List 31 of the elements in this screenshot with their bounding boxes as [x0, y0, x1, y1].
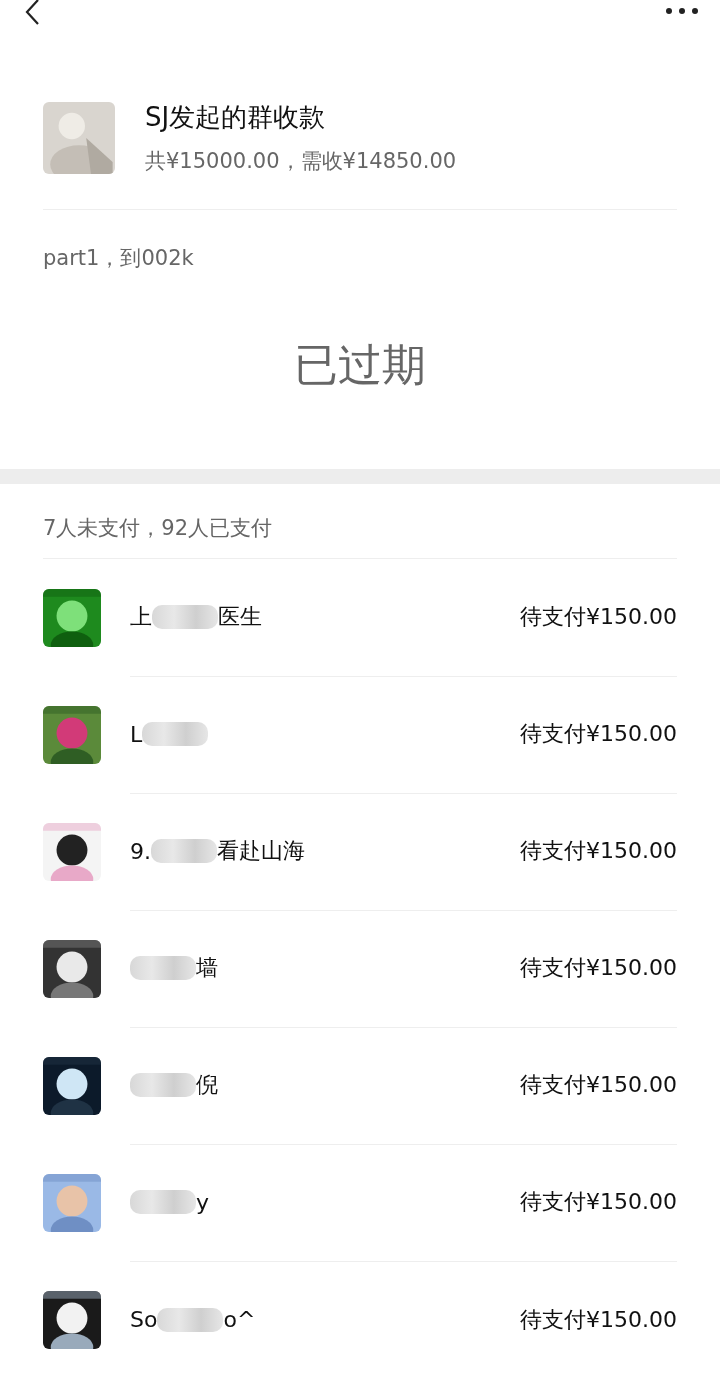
member-name: o^	[223, 1307, 256, 1332]
pending-amount: 待支付¥150.00	[520, 954, 677, 982]
payment-summary: 7人未支付，92人已支付	[43, 514, 677, 559]
member-name: 墙	[196, 954, 218, 982]
back-icon[interactable]	[24, 0, 40, 26]
pending-amount: 待支付¥150.00	[520, 837, 677, 865]
member-name: So	[130, 1307, 158, 1332]
collection-note: part1，到002k	[43, 245, 195, 272]
pending-amount: 待支付¥150.00	[520, 1188, 677, 1216]
blurred-patch	[142, 722, 209, 746]
member-name: 医生	[218, 603, 262, 631]
member-name: 倪	[196, 1071, 218, 1099]
collection-title: SJ发起的群收款	[145, 101, 327, 134]
pending-amount: 待支付¥150.00	[520, 1305, 677, 1334]
blurred-patch	[151, 839, 217, 863]
member-name: y	[196, 1189, 210, 1215]
pending-amount: 待支付¥150.00	[520, 720, 677, 748]
member-name: 上	[130, 603, 152, 631]
blurred-patch	[130, 956, 196, 980]
member-name: 9.	[130, 838, 151, 864]
pending-amount: 待支付¥150.00	[520, 1071, 677, 1099]
collection-summary: 共¥15000.00，需收¥14850.00	[145, 148, 457, 175]
more-icon[interactable]	[666, 8, 698, 14]
member-name: L	[130, 721, 143, 747]
pending-amount: 待支付¥150.00	[520, 603, 677, 631]
expired-status: 已过期	[293, 338, 427, 392]
blurred-patch	[130, 1073, 196, 1097]
blurred-patch	[157, 1307, 224, 1332]
blurred-patch	[130, 1190, 196, 1214]
blurred-patch	[152, 605, 218, 629]
member-name: 看赴山海	[217, 837, 305, 865]
